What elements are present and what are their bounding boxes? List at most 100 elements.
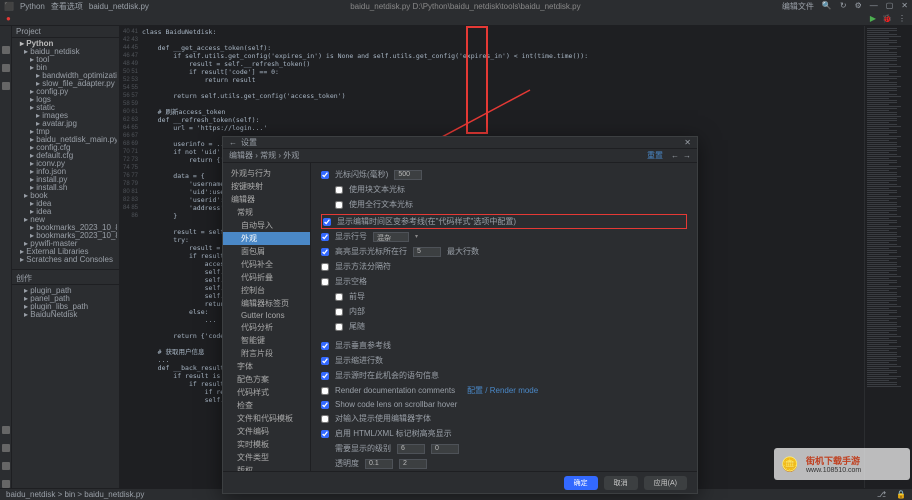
tree-node[interactable]: ▸ baidu_netdisk [14, 48, 117, 56]
problems-tool-icon[interactable] [2, 462, 10, 470]
inner-check[interactable] [335, 308, 343, 316]
depth-input1[interactable] [397, 444, 425, 454]
tree-node[interactable]: ▸ plugin_path [14, 287, 117, 295]
settings-tree-item[interactable]: 实时模板 [223, 438, 310, 451]
tree-node[interactable]: ▸ BaiduNetdisk [14, 311, 117, 319]
tree-node[interactable]: ▸ info.json [14, 168, 117, 176]
python-tool-icon[interactable] [2, 426, 10, 434]
tree-node[interactable]: ▸ Python [14, 40, 117, 48]
settings-tree-item[interactable]: 编辑器 [223, 193, 310, 206]
project-dropdown[interactable]: Python [20, 2, 45, 11]
settings-tree-item[interactable]: 配色方案 [223, 373, 310, 386]
settings-tree-item[interactable]: 外观 [223, 232, 310, 245]
settings-tree-item[interactable]: Gutter Icons [223, 310, 310, 321]
menu-item[interactable]: 查看选项 [51, 1, 83, 12]
line-no-check[interactable] [321, 233, 329, 241]
tree-node[interactable]: ▸ idea [14, 200, 117, 208]
caret-blink-check[interactable] [321, 171, 329, 179]
render-doc-link[interactable]: 配置 / Render mode [467, 385, 538, 396]
arrow-icon[interactable]: ← [671, 151, 679, 160]
minimize-icon[interactable]: — [870, 1, 878, 12]
tree-node[interactable]: ▸ avatar.jpg [14, 120, 117, 128]
git-tool-icon[interactable] [2, 480, 10, 488]
tree-node[interactable]: ▸ baidu_netdisk_main.py [14, 136, 117, 144]
settings-tree-item[interactable]: 智能键 [223, 334, 310, 347]
input-hint-check[interactable] [321, 415, 329, 423]
settings-tree-item[interactable]: 自动导入 [223, 219, 310, 232]
tree-node[interactable]: ▸ bookmarks_2023_10_8.html [14, 224, 117, 232]
project-tree[interactable]: ▸ Python▸ baidu_netdisk▸ tool▸ bin▸ band… [12, 38, 119, 266]
tree-node[interactable]: ▸ slow_file_adapter.py [14, 80, 117, 88]
line-no-dropdown[interactable]: 混杂 [373, 232, 409, 242]
settings-tree-item[interactable]: 检查 [223, 399, 310, 412]
project-tool-icon[interactable] [2, 46, 10, 54]
bookmarks-tool-icon[interactable] [2, 82, 10, 90]
apply-button[interactable]: 应用(A) [644, 476, 687, 490]
breadcrumb-check[interactable] [321, 372, 329, 380]
tree-node[interactable]: ▸ idea [14, 208, 117, 216]
maximize-icon[interactable]: ▢ [886, 1, 894, 12]
settings-tree-item[interactable]: 外观与行为 [223, 167, 310, 180]
editor-tab[interactable]: baidu_netdisk.py [89, 2, 149, 11]
highlight-line-check[interactable] [321, 248, 329, 256]
tree-node[interactable]: ▸ static [14, 104, 117, 112]
settings-tree-item[interactable]: 文件和代码模板 [223, 412, 310, 425]
tree-node[interactable]: ▸ plugin_libs_path [14, 303, 117, 311]
gear-icon[interactable]: ⚙ [855, 1, 862, 12]
tree-node[interactable]: ▸ iconv.py [14, 160, 117, 168]
tree-node[interactable]: ▸ tmp [14, 128, 117, 136]
tree-node[interactable]: ▸ pywifi-master [14, 240, 117, 248]
tree-node[interactable]: ▸ bookmarks_2023_10_8.txt [14, 232, 117, 240]
debug-icon[interactable]: 🐞 [882, 14, 892, 23]
settings-tree-item[interactable]: 版权 [223, 464, 310, 471]
settings-tree-item[interactable]: 代码折叠 [223, 271, 310, 284]
search-icon[interactable]: 🔍 [822, 1, 832, 12]
settings-tree-item[interactable]: 文件编码 [223, 425, 310, 438]
settings-tree-item[interactable]: 文件类型 [223, 451, 310, 464]
leading-check[interactable] [335, 293, 343, 301]
settings-tree-item[interactable]: 控制台 [223, 284, 310, 297]
code-lens-check[interactable] [321, 401, 329, 409]
run-icon[interactable]: ▶ [870, 14, 876, 23]
tree-node[interactable]: ▸ install.py [14, 176, 117, 184]
tree-node[interactable]: ▸ bin [14, 64, 117, 72]
whole-line-check[interactable] [335, 201, 343, 209]
tree-node[interactable]: ▸ default.cfg [14, 152, 117, 160]
vertical-check[interactable] [321, 342, 329, 350]
render-doc-check[interactable] [321, 387, 329, 395]
ws-check[interactable] [321, 278, 329, 286]
tree-node[interactable]: ▸ External Libraries [14, 248, 117, 256]
settings-tree-item[interactable]: 字体 [223, 360, 310, 373]
settings-tree-item[interactable]: 附言片段 [223, 347, 310, 360]
settings-tree-item[interactable]: 按键映射 [223, 180, 310, 193]
guide-check[interactable] [323, 218, 331, 226]
close-icon[interactable]: ✕ [901, 1, 908, 12]
settings-tree-item[interactable]: 编辑器标签页 [223, 297, 310, 310]
tree-node[interactable]: ▸ install.sh [14, 184, 117, 192]
tree-node[interactable]: ▸ logs [14, 96, 117, 104]
method-sep-check[interactable] [321, 263, 329, 271]
dialog-close-icon[interactable]: ✕ [684, 138, 691, 147]
max-lines-input[interactable] [413, 247, 441, 257]
settings-tree-item[interactable]: 面包屑 [223, 245, 310, 258]
cancel-button[interactable]: 取消 [604, 476, 638, 490]
html-tree-check[interactable] [321, 430, 329, 438]
caret-blink-input[interactable] [394, 170, 422, 180]
opacity-input2[interactable] [399, 459, 427, 469]
tree-node[interactable]: ▸ book [14, 192, 117, 200]
tree-node[interactable]: ▸ Scratches and Consoles [14, 256, 117, 264]
settings-tree-item[interactable]: 代码分析 [223, 321, 310, 334]
lock-icon[interactable]: 🔒 [896, 490, 906, 499]
terminal-tool-icon[interactable] [2, 444, 10, 452]
back-icon[interactable]: ← [229, 138, 237, 147]
ok-button[interactable]: 确定 [564, 476, 598, 490]
git-branch-icon[interactable]: ⎇ [877, 490, 886, 499]
settings-tree-item[interactable]: 代码样式 [223, 386, 310, 399]
tree-node[interactable]: ▸ config.py [14, 88, 117, 96]
minimap[interactable] [864, 26, 912, 488]
opacity-input1[interactable] [365, 459, 393, 469]
structure-tool-icon[interactable] [2, 64, 10, 72]
tree-node[interactable]: ▸ new [14, 216, 117, 224]
depth-input2[interactable] [431, 444, 459, 454]
trailing-check[interactable] [335, 323, 343, 331]
